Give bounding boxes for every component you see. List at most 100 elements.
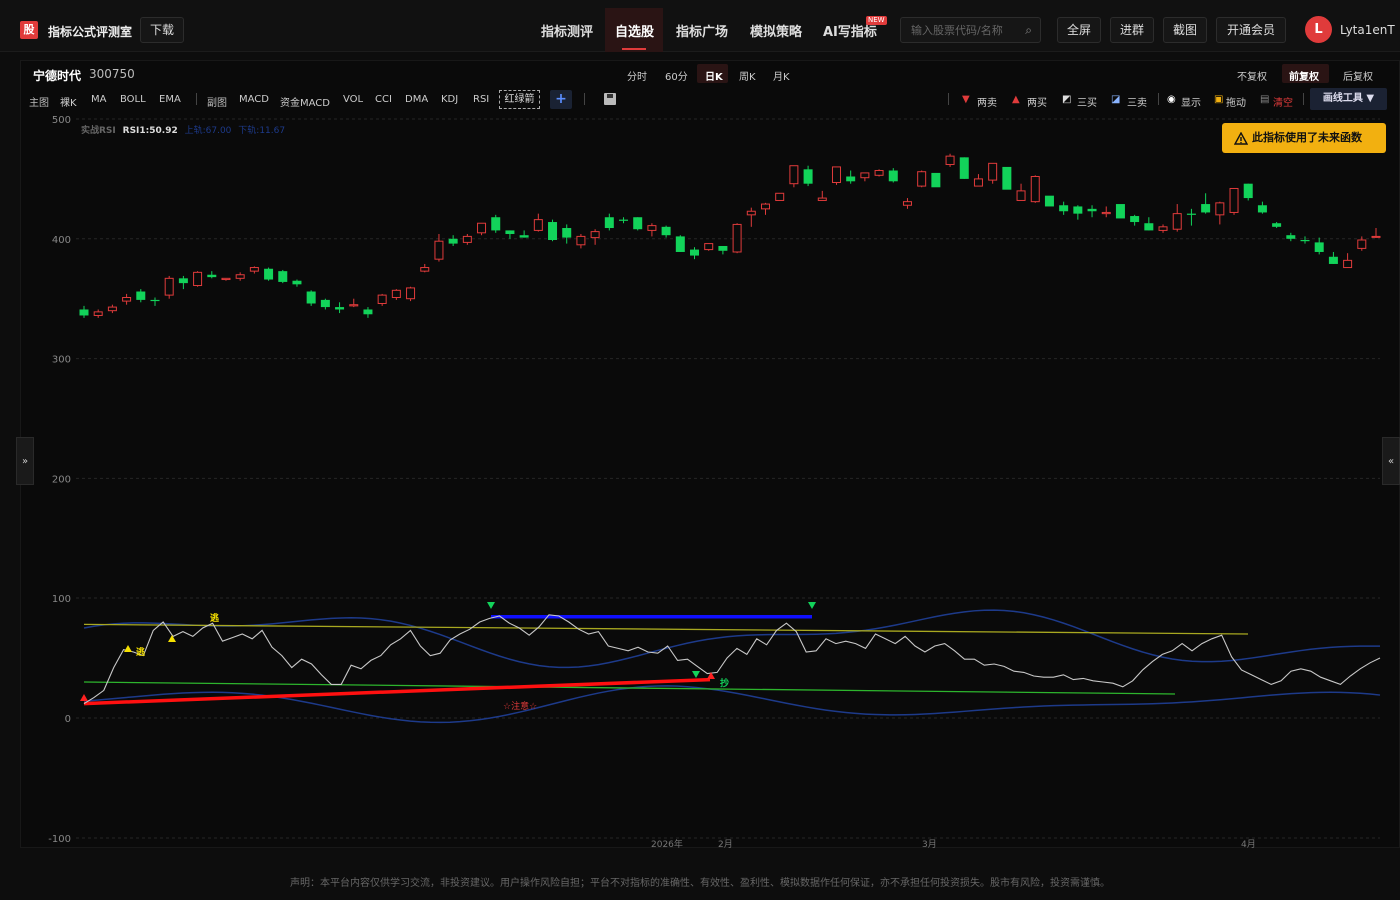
x-axis-label: 2026年 bbox=[651, 838, 683, 850]
toolbar-divider bbox=[196, 93, 197, 105]
candle-body bbox=[1272, 223, 1282, 227]
escape-label: 逃 bbox=[210, 612, 220, 624]
candle-body bbox=[690, 249, 700, 256]
toolbar-divider bbox=[1158, 93, 1159, 105]
period-daily[interactable]: 日K bbox=[705, 68, 723, 83]
warning-icon bbox=[1234, 132, 1248, 145]
candle-body bbox=[931, 172, 941, 188]
indicator-ema[interactable]: EMA bbox=[159, 94, 181, 105]
indicator-ma[interactable]: MA bbox=[91, 94, 106, 105]
candle-body bbox=[661, 226, 671, 236]
candle-body bbox=[803, 169, 813, 184]
indicator-boll[interactable]: BOLL bbox=[120, 94, 146, 105]
disclaimer: 声明：本平台内容仅供学习交流，非投资建议。用户操作风险自担；平台不对指标的准确性… bbox=[290, 878, 1110, 889]
sell-signal-icon bbox=[487, 602, 495, 609]
rsi-lower-band bbox=[83, 685, 1381, 724]
candle-body bbox=[491, 217, 501, 231]
stock-code: 300750 bbox=[89, 67, 135, 81]
drag-tool[interactable]: 拖动 bbox=[1226, 94, 1246, 109]
candle-body bbox=[249, 267, 259, 272]
indicator-macd[interactable]: MACD bbox=[239, 94, 269, 105]
drawing-tools-dropdown[interactable]: 画线工具 ▼ bbox=[1310, 88, 1387, 110]
left-panel-toggle[interactable]: » bbox=[16, 437, 34, 485]
candle-body bbox=[505, 230, 515, 235]
indicator-naked-k[interactable]: 裸K bbox=[60, 94, 77, 109]
buy-label: 抄 bbox=[720, 677, 729, 689]
indicator-fund-macd[interactable]: 资金MACD bbox=[280, 94, 330, 109]
candle-body bbox=[619, 219, 629, 221]
candle-body bbox=[79, 309, 89, 316]
period-intraday[interactable]: 分时 bbox=[627, 68, 647, 83]
three-buy-tool[interactable]: 三买 bbox=[1077, 94, 1097, 109]
candle-body bbox=[1144, 223, 1154, 231]
indicator-cci[interactable]: CCI bbox=[375, 94, 392, 105]
candle-body bbox=[320, 299, 330, 308]
period-monthly[interactable]: 月K bbox=[773, 68, 790, 83]
candle-body bbox=[448, 238, 458, 244]
two-buy-tool[interactable]: 两买 bbox=[1027, 94, 1047, 109]
candle-body bbox=[434, 240, 444, 260]
candle-body bbox=[178, 278, 188, 284]
candle-body bbox=[363, 309, 373, 315]
candle-body bbox=[846, 176, 856, 182]
escape-signal-icon bbox=[124, 645, 132, 652]
candle-body bbox=[732, 223, 742, 253]
adjust-forward[interactable]: 前复权 bbox=[1289, 68, 1319, 83]
candle-body bbox=[264, 268, 274, 280]
two-sell-tool[interactable]: 两卖 bbox=[977, 94, 997, 109]
candle-body bbox=[533, 219, 543, 231]
toolbar-divider bbox=[948, 93, 949, 105]
candle-body bbox=[406, 287, 416, 300]
candle-body bbox=[902, 201, 912, 206]
candle-body bbox=[860, 172, 870, 179]
show-tool[interactable]: 显示 bbox=[1181, 94, 1201, 109]
candle-body bbox=[1257, 205, 1267, 213]
candle-body bbox=[93, 311, 103, 316]
candle-body bbox=[718, 245, 728, 251]
rsi-tick-label: 0 bbox=[65, 714, 71, 725]
candle-body bbox=[945, 155, 955, 166]
candle-body bbox=[221, 277, 231, 281]
candle-body bbox=[647, 225, 657, 231]
candle-body bbox=[1002, 166, 1012, 190]
right-panel-toggle[interactable]: « bbox=[1382, 437, 1400, 485]
indicator-red-green-arrow[interactable]: 红绿箭 bbox=[499, 90, 540, 109]
candle-body bbox=[1059, 205, 1069, 212]
candle-body bbox=[1243, 183, 1253, 199]
sell-signal-icon bbox=[692, 671, 700, 678]
candle-body bbox=[1371, 235, 1381, 238]
candle-body bbox=[477, 222, 487, 234]
price-tick-label: 300 bbox=[52, 355, 71, 366]
rsi-upper-band bbox=[83, 609, 1381, 669]
candle-body bbox=[917, 171, 927, 187]
period-weekly[interactable]: 周K bbox=[739, 68, 756, 83]
add-indicator-button[interactable]: + bbox=[550, 90, 572, 109]
rsi-tick-label: -100 bbox=[48, 834, 71, 845]
indicator-rsi[interactable]: RSI bbox=[473, 94, 489, 105]
three-sell-tool[interactable]: 三卖 bbox=[1127, 94, 1147, 109]
period-60min[interactable]: 60分 bbox=[665, 68, 688, 83]
indicator-dma[interactable]: DMA bbox=[405, 94, 428, 105]
candle-body bbox=[562, 228, 572, 238]
three-buy-icon: ◩ bbox=[1062, 94, 1072, 105]
sub-chart-label: 副图 bbox=[207, 98, 227, 109]
candle-body bbox=[888, 170, 898, 182]
rsi-legend: 实战RSI RSI1:50.92 上轨:67.00 下轨:11.67 bbox=[81, 123, 285, 136]
candle-body bbox=[604, 217, 614, 229]
candle-body bbox=[1101, 211, 1111, 215]
candle-body bbox=[675, 236, 685, 252]
candle-body bbox=[988, 162, 998, 181]
clear-tool[interactable]: 清空 bbox=[1273, 94, 1293, 109]
candle-body bbox=[548, 222, 558, 240]
candle-body bbox=[1286, 235, 1296, 239]
save-icon[interactable] bbox=[604, 93, 616, 105]
candle-body bbox=[1215, 202, 1225, 216]
candle-body bbox=[1016, 190, 1026, 201]
candle-body bbox=[306, 291, 316, 304]
adjust-none[interactable]: 不复权 bbox=[1237, 68, 1267, 83]
indicator-vol[interactable]: VOL bbox=[343, 94, 363, 105]
price-tick-label: 500 bbox=[52, 115, 71, 126]
adjust-backward[interactable]: 后复权 bbox=[1343, 68, 1373, 83]
candle-body bbox=[1030, 176, 1040, 203]
indicator-kdj[interactable]: KDJ bbox=[441, 94, 458, 105]
